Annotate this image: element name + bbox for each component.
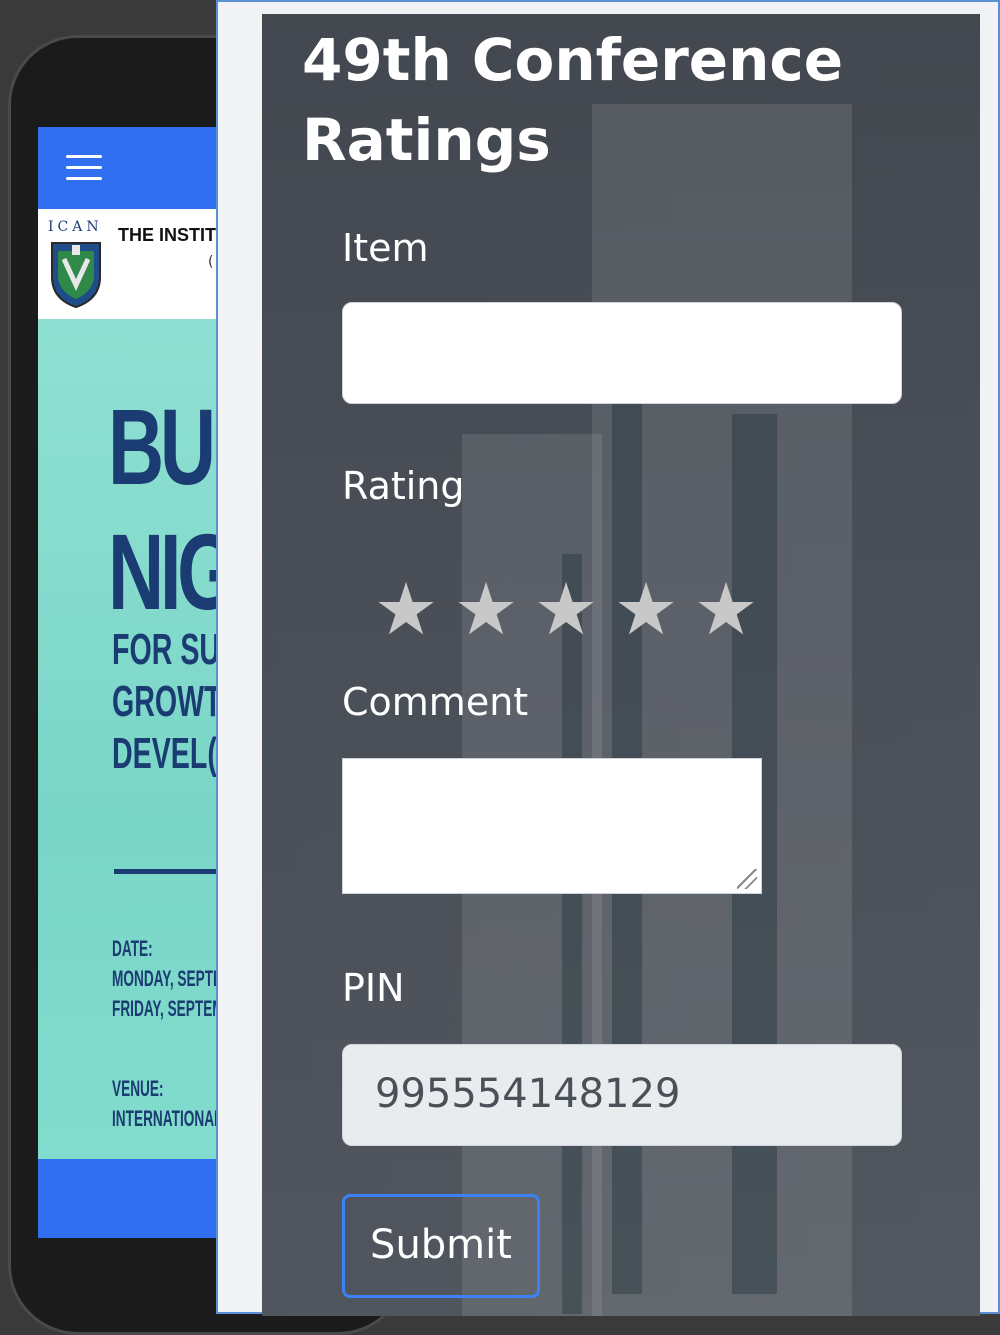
poster-venue: VENUE: INTERNATIONAL: [112, 1074, 228, 1134]
pin-input[interactable]: 995554148129: [342, 1044, 902, 1146]
poster-date: DATE: MONDAY, SEPTE FRIDAY, SEPTEM: [112, 934, 228, 1024]
poster-venue-line: INTERNATIONAL: [112, 1106, 223, 1131]
institute-sub: (: [208, 254, 214, 270]
star-icon[interactable]: ★: [530, 569, 602, 649]
resize-handle-icon[interactable]: [737, 869, 757, 889]
star-rating[interactable]: ★ ★ ★ ★ ★: [370, 569, 762, 649]
comment-textarea[interactable]: [342, 758, 762, 894]
phone-screen: ICAN THE INSTIT ( BU NIG FOR SUS GROWT D…: [38, 127, 228, 1238]
poster-sub-line: FOR SUS: [112, 625, 228, 674]
building-window: [562, 554, 582, 1314]
poster-date-line: FRIDAY, SEPTEM: [112, 996, 224, 1021]
institute-name: THE INSTIT: [118, 225, 216, 245]
ican-crest-icon: [51, 242, 101, 309]
phone-topbar: [38, 127, 228, 209]
pin-label: PIN: [342, 966, 405, 1010]
poster-date-line: MONDAY, SEPTE: [112, 966, 223, 991]
star-icon[interactable]: ★: [450, 569, 522, 649]
poster-sub-line: DEVEL(: [112, 729, 217, 778]
phone-header: ICAN THE INSTIT (: [38, 209, 228, 319]
ican-logo-text: ICAN: [48, 219, 103, 235]
star-icon[interactable]: ★: [370, 569, 442, 649]
form-title: 49th Conference Ratings: [302, 26, 844, 174]
poster-headline-1: BU: [108, 386, 216, 507]
phone-bottom-bar: [38, 1159, 228, 1238]
ratings-window: 49th Conference Ratings Item Rating ★ ★ …: [216, 0, 1000, 1316]
rating-label: Rating: [342, 464, 465, 508]
poster-venue-label: VENUE:: [112, 1076, 164, 1101]
item-label: Item: [342, 226, 429, 270]
submit-button[interactable]: Submit: [342, 1194, 540, 1298]
hamburger-menu-icon[interactable]: [66, 155, 102, 181]
poster-headline-2: NIG: [108, 511, 228, 632]
pin-value: 995554148129: [375, 1071, 681, 1117]
star-icon[interactable]: ★: [610, 569, 682, 649]
poster-divider: [114, 869, 228, 874]
poster-sub-line: GROWT: [112, 677, 222, 726]
poster-date-label: DATE:: [112, 936, 153, 961]
conference-poster: BU NIG FOR SUS GROWT DEVEL( DATE: MONDAY…: [38, 319, 228, 1159]
ratings-form-panel: 49th Conference Ratings Item Rating ★ ★ …: [262, 14, 980, 1316]
comment-label: Comment: [342, 680, 529, 724]
item-input[interactable]: [342, 302, 902, 404]
star-icon[interactable]: ★: [690, 569, 762, 649]
poster-subheadline: FOR SUS GROWT DEVEL(: [112, 624, 228, 780]
